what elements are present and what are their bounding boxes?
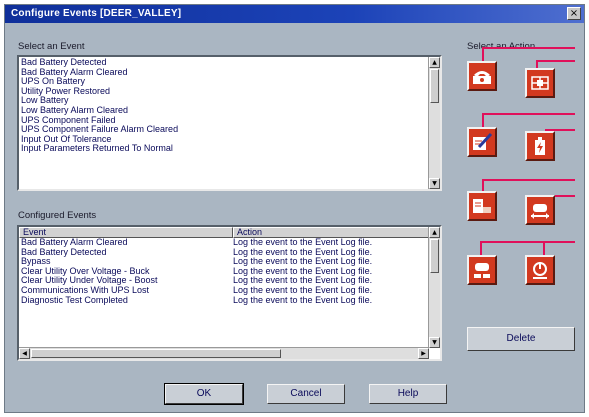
event-list[interactable]: Bad Battery Detected Bad Battery Alarm Cl…	[17, 55, 442, 191]
power-off-icon[interactable]	[525, 255, 555, 285]
configured-events-vscroll[interactable]: ▲ ▼	[428, 227, 440, 348]
close-button[interactable]: ×	[567, 7, 581, 20]
ok-button[interactable]: OK	[164, 383, 244, 405]
scroll-right-arrow-icon[interactable]: ▶	[418, 348, 429, 359]
dialog-title: Configure Events [DEER_VALLEY]	[11, 8, 182, 19]
event-list-item[interactable]: UPS On Battery	[21, 77, 440, 87]
table-row[interactable]: Clear Utility Over Voltage - Buck Log the…	[19, 267, 429, 277]
action-cell: Log the event to the Event Log file.	[233, 247, 373, 257]
table-row[interactable]: Bypass Log the event to the Event Log fil…	[19, 257, 429, 267]
scroll-up-arrow-icon[interactable]: ▲	[429, 227, 440, 238]
event-cell: Clear Utility Under Voltage - Boost	[21, 276, 158, 286]
event-cell: Communications With UPS Lost	[21, 285, 150, 295]
message-pencil-icon[interactable]	[467, 127, 497, 157]
table-row[interactable]: Bad Battery Alarm Cleared Log the event t…	[19, 238, 429, 248]
table-row[interactable]: Clear Utility Under Voltage - Boost Log t…	[19, 276, 429, 286]
gavel-log-icon[interactable]	[467, 191, 497, 221]
action-cell: Log the event to the Event Log file.	[233, 266, 373, 276]
event-cell: Diagnostic Test Completed	[21, 295, 128, 305]
event-cell: Bypass	[21, 257, 51, 267]
scroll-down-arrow-icon[interactable]: ▼	[429, 178, 440, 189]
dialog-titlebar[interactable]: Configure Events [DEER_VALLEY]	[5, 5, 584, 23]
scroll-thumb[interactable]	[430, 239, 439, 273]
event-list-item[interactable]: Bad Battery Detected	[21, 58, 440, 68]
network-grid-icon[interactable]	[525, 68, 555, 98]
event-cell: Bad Battery Detected	[21, 247, 107, 257]
cancel-button[interactable]: Cancel	[267, 384, 345, 404]
broadcast-message-icon[interactable]	[525, 195, 555, 225]
table-row[interactable]: Bad Battery Detected Log the event to the…	[19, 248, 429, 258]
action-cell: Log the event to the Event Log file.	[233, 276, 373, 286]
action-cell: Log the event to the Event Log file.	[233, 238, 373, 247]
event-list-item[interactable]: Input Out Of Tolerance	[21, 135, 440, 145]
action-cell: Log the event to the Event Log file.	[233, 257, 373, 267]
event-list-item[interactable]: Low Battery	[21, 96, 440, 106]
help-button[interactable]: Help	[369, 384, 447, 404]
delete-button[interactable]: Delete	[467, 327, 575, 351]
column-header-action[interactable]: Action	[233, 227, 429, 238]
column-header-event[interactable]: Event	[19, 227, 233, 238]
configured-events-hscroll[interactable]: ◀ ▶	[19, 347, 429, 359]
event-list-item[interactable]: Bad Battery Alarm Cleared	[21, 68, 440, 78]
event-list-item[interactable]: UPS Component Failure Alarm Cleared	[21, 125, 440, 135]
configure-events-dialog: Configure Events [DEER_VALLEY] × Select …	[4, 4, 585, 413]
table-row[interactable]: Diagnostic Test Completed Log the event t…	[19, 296, 429, 306]
configured-events-rows: Bad Battery Alarm Cleared Log the event t…	[19, 238, 429, 305]
scroll-left-arrow-icon[interactable]: ◀	[19, 348, 30, 359]
action-cell: Log the event to the Event Log file.	[233, 285, 373, 295]
scroll-thumb[interactable]	[430, 69, 439, 103]
table-row[interactable]: Communications With UPS Lost Log the even…	[19, 286, 429, 296]
event-cell: Bad Battery Alarm Cleared	[21, 238, 128, 247]
event-list-item[interactable]: UPS Component Failed	[21, 116, 440, 126]
scroll-up-arrow-icon[interactable]: ▲	[429, 57, 440, 68]
configured-events-table[interactable]: Event Action Bad Battery Alarm Cleared Lo…	[17, 225, 442, 361]
configured-events-label: Configured Events	[18, 210, 97, 221]
event-list-item[interactable]: Input Parameters Returned To Normal	[21, 144, 440, 154]
battery-bolt-icon[interactable]	[525, 131, 555, 161]
event-list-item[interactable]: Utility Power Restored	[21, 87, 440, 97]
event-list-item[interactable]: Low Battery Alarm Cleared	[21, 106, 440, 116]
action-cell: Log the event to the Event Log file.	[233, 295, 373, 305]
event-cell: Clear Utility Over Voltage - Buck	[21, 266, 150, 276]
event-list-items: Bad Battery Detected Bad Battery Alarm Cl…	[19, 57, 440, 154]
select-event-label: Select an Event	[18, 41, 85, 52]
phone-call-icon[interactable]	[467, 61, 497, 91]
event-list-scrollbar[interactable]: ▲ ▼	[428, 57, 440, 189]
shutdown-message-icon[interactable]	[467, 255, 497, 285]
scroll-thumb[interactable]	[31, 349, 281, 358]
scroll-down-arrow-icon[interactable]: ▼	[429, 337, 440, 348]
